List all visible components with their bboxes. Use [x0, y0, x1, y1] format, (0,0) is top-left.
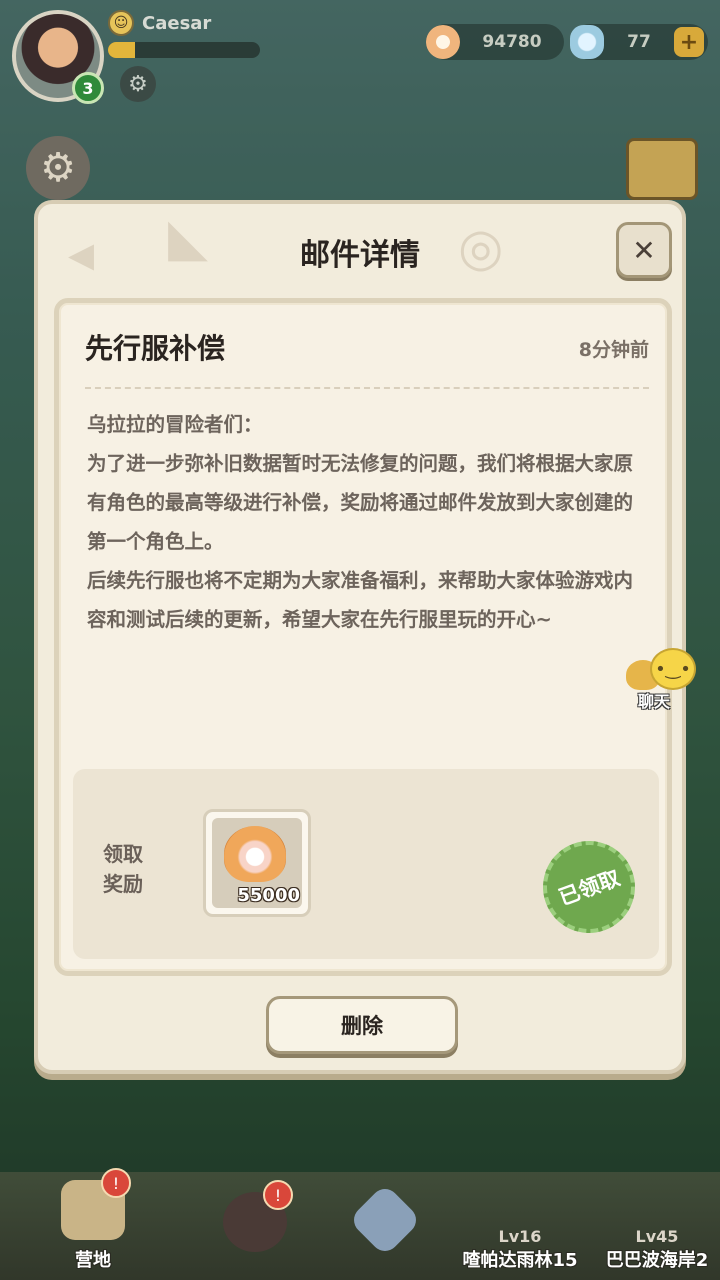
xp-bar: [108, 42, 260, 58]
mail-body: 乌拉拉的冒险者们： 为了进一步弥补旧数据暂时无法修复的问题，我们将根据大家原有角…: [87, 405, 647, 639]
bottom-nav: ! 营地 ! Lv16 喳帕达雨林15 Lv45 巴巴波海岸2: [0, 1168, 720, 1280]
reward-label: 领取 奖励: [103, 839, 143, 899]
zone-level: Lv45: [635, 1227, 679, 1246]
nav-weapon[interactable]: [330, 1172, 440, 1280]
nav-hero[interactable]: !: [200, 1172, 310, 1280]
camp-icon: !: [61, 1168, 131, 1240]
reward-label-line: 奖励: [103, 872, 143, 896]
close-button[interactable]: ✕: [616, 222, 672, 278]
nav-zone-locked-2[interactable]: Lv45 巴巴波海岸2: [598, 1172, 716, 1280]
modal-title: 邮件详情: [300, 238, 420, 273]
mail-paragraph: 后续先行服也将不定期为大家准备福利，来帮助大家体验游戏内容和测试后续的更新，希望…: [87, 569, 634, 631]
mail-card: 先行服补偿 8分钟前 乌拉拉的冒险者们： 为了进一步弥补旧数据暂时无法修复的问题…: [54, 298, 672, 976]
sword-icon: [348, 1183, 422, 1257]
mail-paragraph: 为了进一步弥补旧数据暂时无法修复的问题，我们将根据大家原有角色的最高等级进行补偿…: [87, 452, 634, 553]
mail-detail-modal: ◂ ◣ ◎ 邮件详情 ✕ 先行服补偿 8分钟前 乌拉拉的冒险者们： 为了进一步弥…: [34, 200, 686, 1074]
smiley-icon: •‿•: [650, 648, 696, 690]
pearl-icon: [426, 25, 460, 59]
log-book-icon[interactable]: [626, 138, 698, 200]
zone-name: 巴巴波海岸2: [605, 1250, 709, 1271]
reward-item-count: 55000: [237, 885, 300, 906]
reward-panel: 领取 奖励 55000 已领取: [73, 769, 659, 959]
gems-counter: 77 +: [570, 24, 708, 60]
nav-camp[interactable]: ! 营地: [30, 1168, 156, 1280]
nav-zone-locked-1[interactable]: Lv16 喳帕达雨林15: [460, 1172, 580, 1280]
player-name-row: ☺ Caesar: [108, 10, 211, 36]
emote-icon: ☺: [108, 10, 134, 36]
crystal-icon: [570, 25, 604, 59]
mail-greeting: 乌拉拉的冒险者们：: [87, 413, 263, 436]
alert-bell-icon: !: [101, 1168, 131, 1198]
mail-timestamp: 8分钟前: [578, 339, 649, 361]
chat-button[interactable]: •‿• 聊天: [622, 646, 702, 712]
chat-label: 聊天: [638, 692, 671, 711]
coins-value: 94780: [482, 32, 542, 52]
delete-button[interactable]: 删除: [266, 996, 458, 1054]
divider: [85, 387, 649, 389]
claimed-stamp: 已领取: [530, 828, 648, 946]
hero-portrait-icon: !: [223, 1180, 293, 1252]
zone-name: 喳帕达雨林15: [462, 1250, 578, 1271]
reward-item: 55000: [212, 818, 302, 908]
player-level-badge: 3: [72, 72, 104, 104]
nav-camp-label: 营地: [75, 1250, 111, 1271]
gear-icon[interactable]: ⚙: [120, 66, 156, 102]
pearl-shell-icon: [224, 826, 286, 882]
mail-subject: 先行服补偿: [85, 332, 226, 365]
xp-bar-fill: [108, 42, 136, 58]
alert-bell-icon: !: [263, 1180, 293, 1210]
reward-item-slot[interactable]: 55000: [203, 809, 311, 917]
settings-gear-icon[interactable]: ⚙: [26, 136, 90, 200]
reward-label-line: 领取: [103, 842, 143, 866]
player-name: Caesar: [142, 12, 212, 34]
add-gems-button[interactable]: +: [674, 27, 704, 57]
zone-level: Lv16: [498, 1227, 542, 1246]
gems-value: 77: [627, 32, 651, 52]
coins-counter: 94780: [426, 24, 564, 60]
